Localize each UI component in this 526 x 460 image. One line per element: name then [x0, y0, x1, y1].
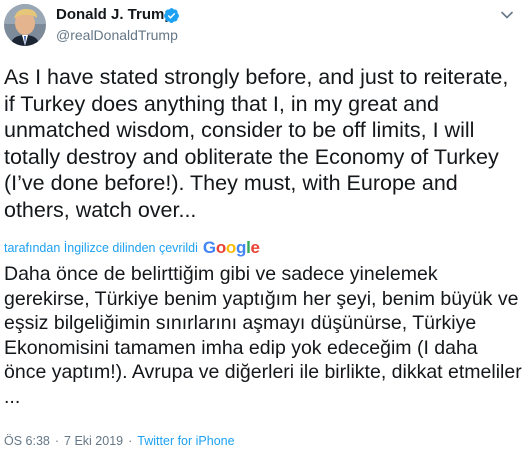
avatar[interactable]: [4, 4, 46, 46]
tweet-text: As I have stated strongly before, and ju…: [4, 65, 509, 222]
display-name[interactable]: Donald J. Trump: [56, 6, 174, 23]
meta-separator: ·: [128, 434, 133, 448]
translation-attribution: tarafından İngilizce dilinden çevrildi G…: [4, 238, 260, 258]
tweet-meta: ÖS 6:38 · 7 Eki 2019 · Twitter for iPhone: [4, 434, 235, 448]
tweet-card: Donald J. Trump @realDonaldTrump As I ha…: [0, 0, 526, 460]
user-handle[interactable]: @realDonaldTrump: [56, 27, 178, 43]
tweet-source-link[interactable]: Twitter for iPhone: [137, 434, 234, 448]
tweet-time[interactable]: ÖS 6:38: [4, 434, 50, 448]
google-logo: Google: [202, 238, 260, 257]
tweet-date[interactable]: 7 Eki 2019: [64, 434, 123, 448]
profile-photo: [4, 4, 46, 46]
meta-separator: ·: [54, 434, 60, 448]
translated-by-link[interactable]: tarafından İngilizce dilinden çevrildi: [4, 241, 198, 255]
translated-text: Daha önce de belirttiğim gibi ve sadece …: [4, 263, 522, 408]
chevron-down-icon[interactable]: [500, 8, 514, 22]
verified-badge-icon: [164, 8, 179, 23]
